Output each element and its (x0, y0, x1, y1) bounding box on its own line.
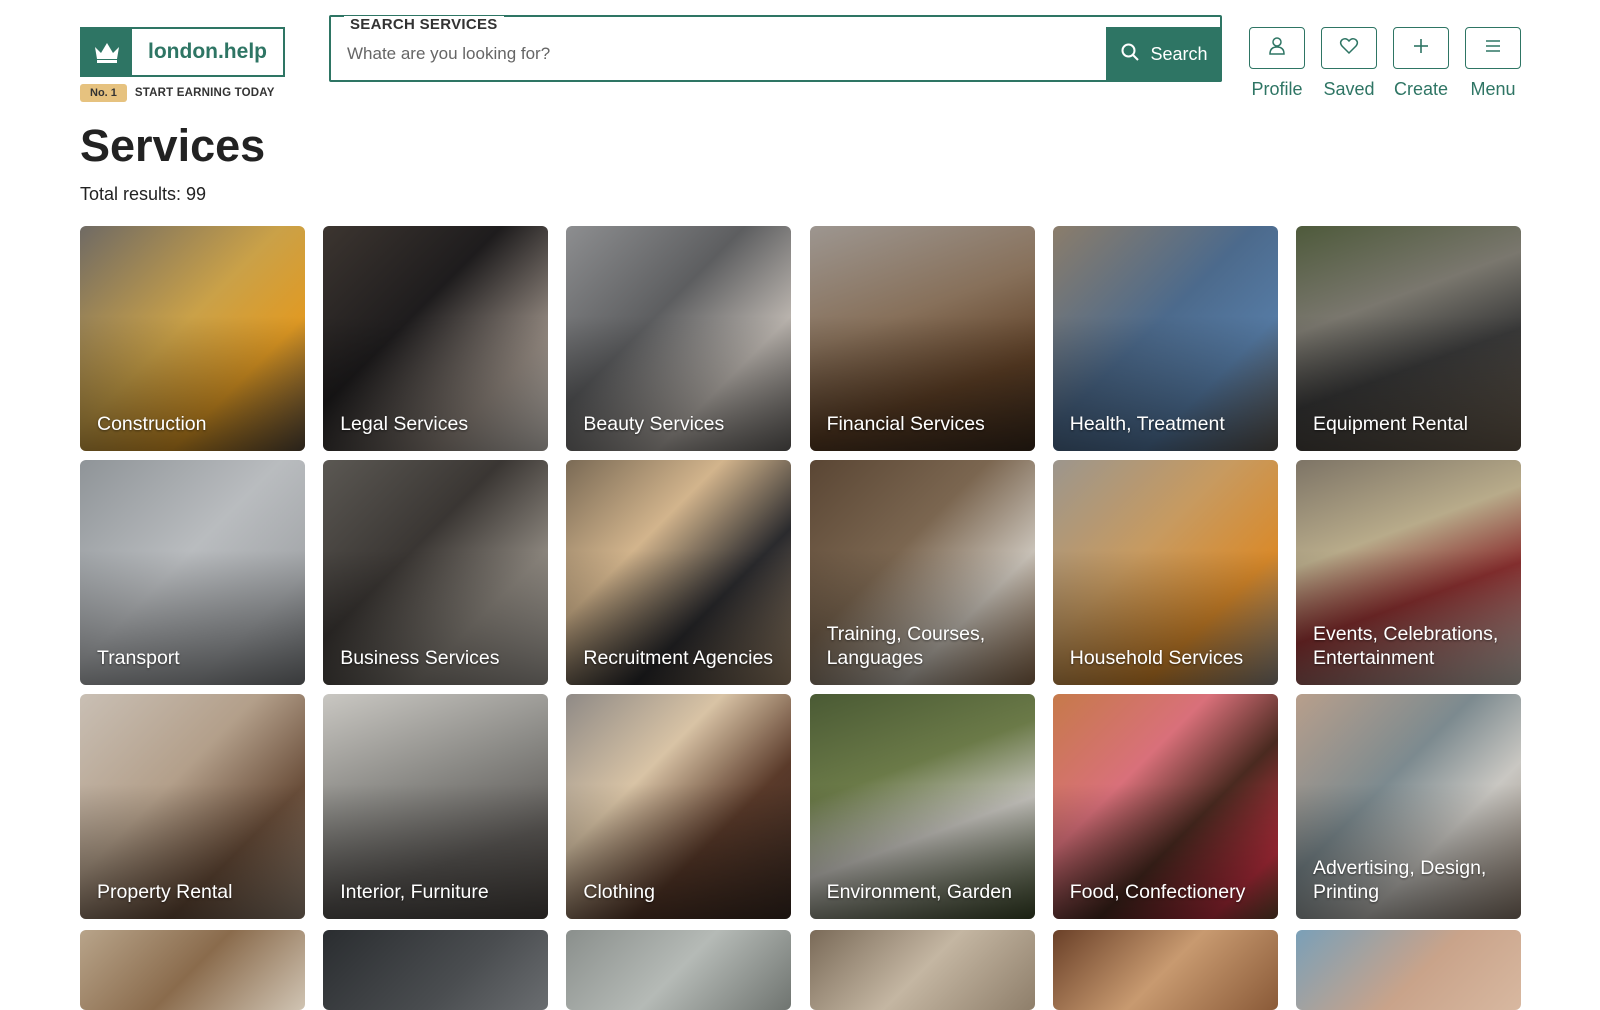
category-tile[interactable] (1295, 930, 1521, 1010)
category-label: Transport (97, 647, 180, 669)
total-results: Total results: 99 (80, 184, 207, 204)
category-tile[interactable]: Construction (80, 226, 305, 451)
category-label: Food, Confectionery (1069, 881, 1246, 903)
brand-tagline: No. 1 START EARNING TODAY (80, 84, 275, 102)
profile-label: Profile (1251, 79, 1303, 99)
brand-name: london.help (148, 40, 267, 63)
category-tile[interactable]: Environment, Garden (809, 694, 1035, 919)
search-button[interactable]: Search (1106, 27, 1222, 82)
category-label: Training, Courses, Languages (826, 623, 986, 669)
category-label: Environment, Garden (826, 881, 1012, 903)
plus-icon (1411, 36, 1431, 61)
user-icon (1267, 36, 1287, 61)
menu-action[interactable]: Menu (1465, 27, 1521, 100)
create-action[interactable]: Create (1393, 27, 1449, 100)
category-tile[interactable]: Business Services (323, 460, 549, 685)
heart-icon (1339, 36, 1359, 61)
category-tile[interactable]: Property Rental (80, 694, 305, 919)
category-grid-row-partial (80, 930, 1521, 1010)
category-tile[interactable]: Equipment Rental (1295, 226, 1521, 451)
category-tile[interactable]: Household Services (1052, 460, 1278, 685)
category-tile[interactable]: Transport (80, 460, 305, 685)
tagline-text: START EARNING TODAY (134, 87, 275, 99)
category-label: Clothing (583, 881, 655, 903)
create-button[interactable] (1393, 27, 1449, 69)
saved-button[interactable] (1321, 27, 1377, 69)
category-tile[interactable]: Health, Treatment (1052, 226, 1278, 451)
category-label: Events, Celebrations, Entertainment (1312, 623, 1499, 669)
category-tile[interactable]: Interior, Furniture (323, 694, 549, 919)
saved-action[interactable]: Saved (1321, 27, 1377, 100)
category-tile[interactable]: Training, Courses, Languages (809, 460, 1035, 685)
category-label: Interior, Furniture (340, 881, 489, 903)
category-label: Business Services (340, 647, 500, 669)
category-tile[interactable] (566, 930, 792, 1010)
category-tile[interactable]: Advertising, Design, Printing (1295, 694, 1521, 919)
category-label: Financial Services (826, 413, 985, 435)
category-tile[interactable] (809, 930, 1035, 1010)
search-button-label: Search (1150, 44, 1208, 64)
category-label: Equipment Rental (1312, 413, 1468, 435)
profile-button[interactable] (1249, 27, 1305, 69)
category-label: Legal Services (340, 413, 469, 435)
category-label: Construction (97, 413, 207, 435)
category-grid: Construction Legal Services Beauty Servi… (80, 226, 1521, 919)
category-label: Advertising, Design, Printing (1312, 857, 1487, 903)
search-input[interactable] (331, 28, 1105, 80)
saved-label: Saved (1323, 79, 1375, 99)
menu-button[interactable] (1465, 27, 1521, 69)
category-tile[interactable]: Financial Services (809, 226, 1035, 451)
hamburger-icon (1483, 36, 1503, 61)
rank-badge: No. 1 (80, 84, 127, 102)
category-label: Recruitment Agencies (583, 647, 774, 669)
category-tile[interactable]: Beauty Services (566, 226, 792, 451)
category-label: Health, Treatment (1069, 413, 1225, 435)
category-label: Beauty Services (583, 413, 725, 435)
category-label: Household Services (1069, 647, 1244, 669)
category-tile[interactable] (323, 930, 549, 1010)
menu-label: Menu (1470, 79, 1516, 99)
category-tile[interactable]: Recruitment Agencies (566, 460, 792, 685)
search-icon (1120, 42, 1140, 67)
category-tile[interactable] (80, 930, 305, 1010)
category-tile[interactable]: Events, Celebrations, Entertainment (1295, 460, 1521, 685)
create-label: Create (1393, 79, 1449, 99)
category-tile[interactable]: Legal Services (323, 226, 549, 451)
crown-icon (82, 29, 132, 75)
category-tile[interactable]: Food, Confectionery (1052, 694, 1278, 919)
category-tile[interactable]: Clothing (566, 694, 792, 919)
category-tile[interactable] (1052, 930, 1278, 1010)
page-title: Services (80, 120, 266, 171)
site-logo[interactable]: london.help (80, 27, 285, 77)
category-label: Property Rental (97, 881, 233, 903)
profile-action[interactable]: Profile (1249, 27, 1305, 100)
